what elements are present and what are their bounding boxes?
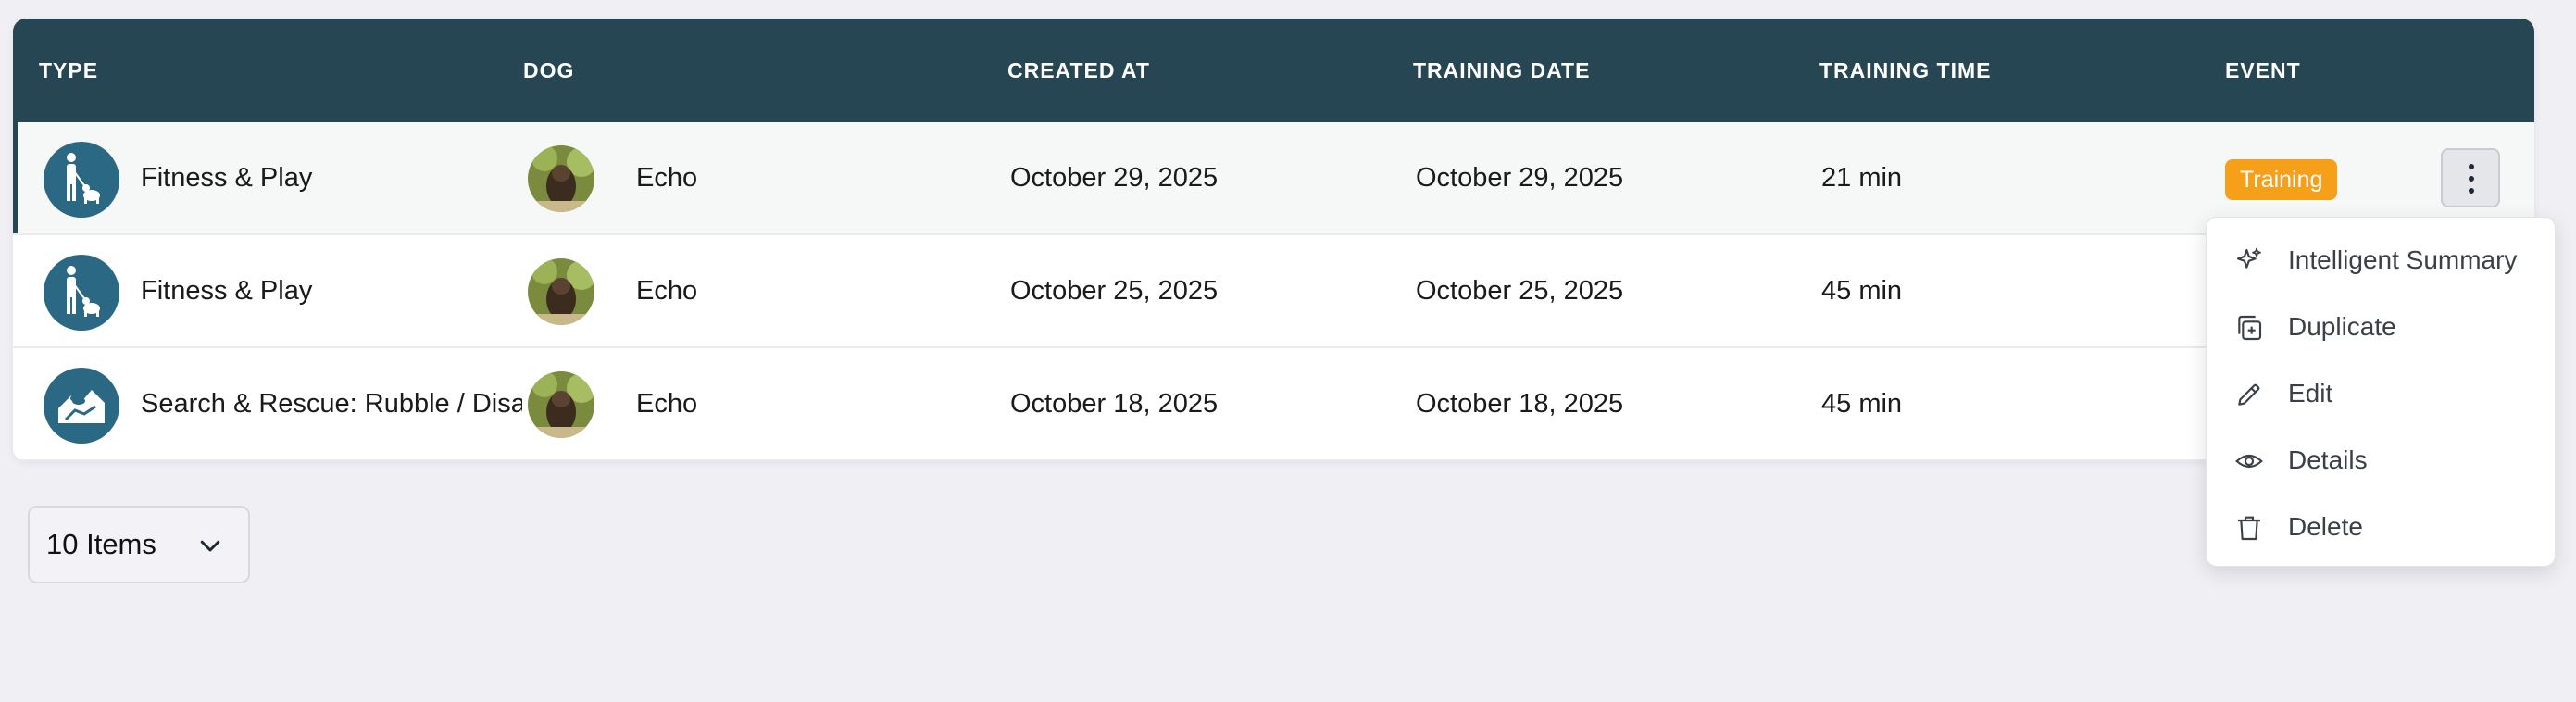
type-cell: Fitness & Play — [141, 276, 313, 306]
menu-item-edit[interactable]: Edit — [2207, 360, 2555, 427]
menu-item-label: Delete — [2288, 512, 2363, 541]
dog-name: Echo — [636, 276, 698, 306]
created-at-cell: October 29, 2025 — [1010, 163, 1219, 193]
rubble-dog-icon — [44, 368, 119, 444]
training-time-cell: 21 min — [1821, 163, 1903, 193]
created-at-cell: October 18, 2025 — [1010, 389, 1219, 419]
type-cell: Fitness & Play — [141, 163, 313, 193]
duplicate-icon — [2238, 315, 2262, 341]
dog-avatar — [528, 145, 594, 212]
created-at-cell: October 25, 2025 — [1010, 276, 1219, 306]
pencil-icon — [2238, 383, 2260, 406]
event-badge: Training — [2225, 159, 2338, 200]
menu-item-label: Duplicate — [2288, 312, 2396, 341]
row-actions-menu: Intelligent Summary Duplicate Edit Detai… — [2206, 217, 2556, 567]
menu-item-details[interactable]: Details — [2207, 427, 2555, 494]
menu-item-label: Intelligent Summary — [2288, 245, 2518, 274]
page-size-value: 10 Items — [46, 528, 156, 560]
menu-item-delete[interactable]: Delete — [2207, 494, 2555, 560]
person-with-dog-icon — [44, 255, 119, 331]
training-time-cell: 45 min — [1821, 389, 1903, 419]
training-date-cell: October 29, 2025 — [1416, 163, 1624, 193]
column-header-dog[interactable]: DOG — [523, 19, 574, 122]
kebab-dot — [2469, 176, 2474, 182]
training-date-cell: October 18, 2025 — [1416, 389, 1624, 419]
kebab-dot — [2469, 188, 2474, 194]
page-size-select[interactable]: 10 Items — [28, 506, 250, 583]
table-row[interactable]: Fitness & Play Echo October 29, 2025 Oct… — [13, 122, 2534, 235]
menu-item-intelligent-summary[interactable]: Intelligent Summary — [2207, 227, 2555, 294]
column-header-training-date[interactable]: TRAINING DATE — [1413, 19, 1590, 122]
chevron-down-icon — [200, 540, 220, 552]
dog-name: Echo — [636, 389, 698, 419]
trash-icon — [2238, 516, 2260, 541]
table-row[interactable]: Search & Rescue: Rubble / Disaster Echo … — [13, 348, 2534, 461]
training-table: TYPE DOG CREATED AT TRAINING DATE TRAINI… — [13, 19, 2534, 461]
menu-item-label: Edit — [2288, 379, 2333, 407]
column-header-event[interactable]: EVENT — [2225, 19, 2301, 122]
training-time-cell: 45 min — [1821, 276, 1903, 306]
table-header: TYPE DOG CREATED AT TRAINING DATE TRAINI… — [13, 19, 2534, 122]
eye-icon — [2235, 454, 2263, 469]
training-date-cell: October 25, 2025 — [1416, 276, 1624, 306]
kebab-dot — [2469, 164, 2474, 169]
type-cell: Search & Rescue: Rubble / Disaster — [141, 389, 522, 419]
row-actions-button[interactable] — [2441, 148, 2500, 207]
dog-name: Echo — [636, 163, 698, 193]
column-header-training-time[interactable]: TRAINING TIME — [1819, 19, 1992, 122]
dog-avatar — [528, 258, 594, 325]
table-row[interactable]: Fitness & Play Echo October 25, 2025 Oct… — [13, 235, 2534, 348]
person-with-dog-icon — [44, 142, 119, 218]
column-header-created-at[interactable]: CREATED AT — [1007, 19, 1150, 122]
menu-item-duplicate[interactable]: Duplicate — [2207, 294, 2555, 360]
dog-avatar — [528, 371, 594, 438]
menu-item-label: Details — [2288, 445, 2368, 474]
column-header-type[interactable]: TYPE — [39, 19, 98, 122]
sparkles-icon — [2236, 247, 2261, 269]
